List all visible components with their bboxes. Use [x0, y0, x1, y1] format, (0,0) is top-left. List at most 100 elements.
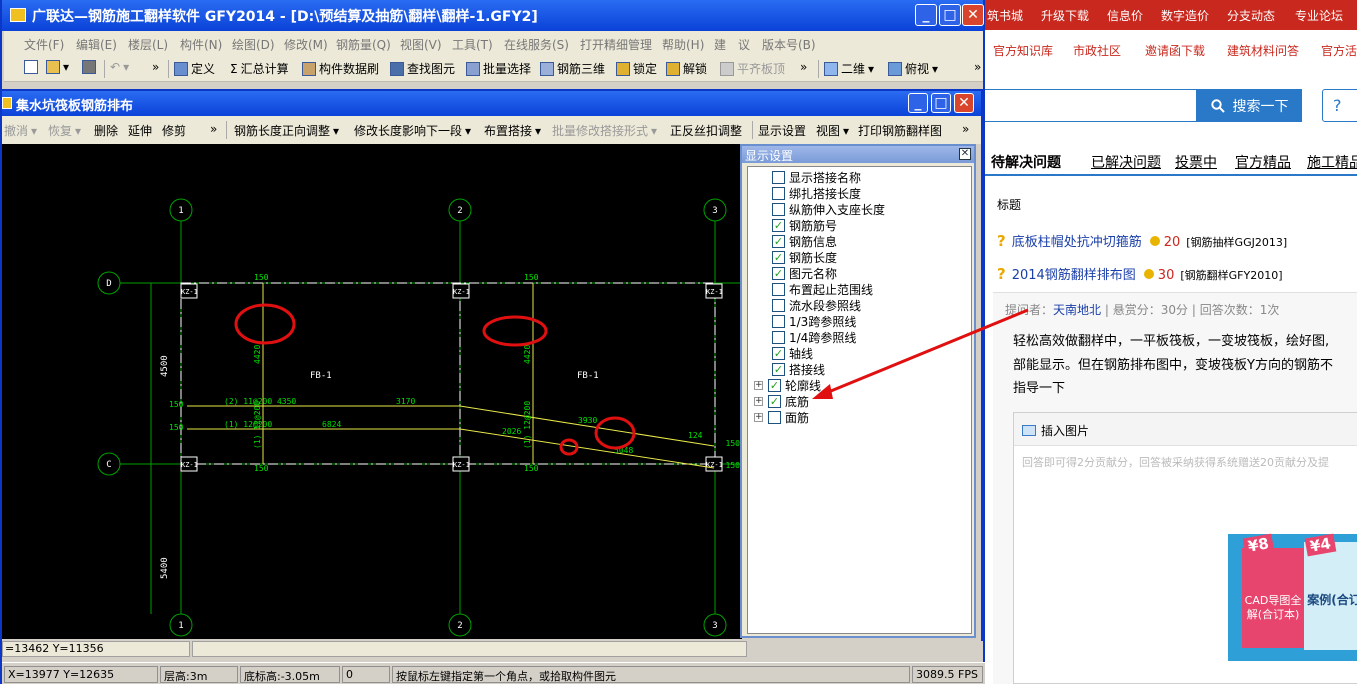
- child-maximize-button[interactable]: □: [931, 93, 951, 113]
- menu-version[interactable]: 版本号(B): [762, 36, 816, 53]
- display-option[interactable]: 显示搭接名称: [772, 169, 861, 185]
- undo-button[interactable]: 撤消 ▾: [4, 122, 37, 139]
- panel-close-icon[interactable]: ✕: [959, 148, 971, 160]
- child-title-bar[interactable]: 集水坑筏板钢筋排布 _ □ ✕: [2, 91, 981, 116]
- display-option[interactable]: ✓ 钢筋筋号: [772, 217, 837, 233]
- view-select[interactable]: 视图 ▾: [816, 122, 849, 139]
- expand-icon[interactable]: +: [754, 380, 763, 390]
- display-option-checkbox[interactable]: [772, 330, 785, 344]
- display-option[interactable]: ✓ 轴线: [772, 345, 813, 361]
- display-option-checkbox[interactable]: [772, 298, 785, 312]
- promo-banner[interactable]: CAD导图全解(合订本) 案例(合订 ¥8 ¥4: [1228, 533, 1357, 661]
- display-option[interactable]: ✓ 钢筋信息: [772, 233, 837, 249]
- drawing-canvas[interactable]: 1 2 3 D C 1 2 3 4500 5400 KZ-1 KZ-1 KZ-1…: [2, 144, 742, 639]
- display-option-checkbox[interactable]: [768, 410, 781, 424]
- display-option-checkbox[interactable]: ✓: [772, 234, 785, 248]
- expand-icon[interactable]: +: [754, 412, 763, 422]
- find-element-button[interactable]: 查找图元: [390, 60, 455, 77]
- display-option-checkbox[interactable]: ✓: [772, 266, 785, 280]
- maximize-button[interactable]: □: [939, 4, 961, 26]
- menu-rebar[interactable]: 钢筋量(Q): [336, 36, 391, 53]
- flatten-top-button[interactable]: 平齐板顶: [720, 60, 785, 77]
- question-title[interactable]: 底板柱帽处抗冲切箍筋: [1012, 235, 1142, 250]
- display-option[interactable]: + 面筋: [754, 409, 809, 425]
- display-option[interactable]: ✓ 图元名称: [772, 265, 837, 281]
- lap-layout-select[interactable]: 布置搭接 ▾: [484, 122, 541, 139]
- display-option-checkbox[interactable]: ✓: [772, 346, 785, 360]
- component-brush-button[interactable]: 构件数据刷: [302, 60, 379, 77]
- top-view-select[interactable]: 俯视 ▾: [888, 60, 938, 77]
- menu-suggest-2[interactable]: 议: [738, 36, 750, 53]
- rebar-line[interactable]: [459, 428, 715, 469]
- display-option-checkbox[interactable]: [772, 282, 785, 296]
- display-option[interactable]: 1/4跨参照线: [772, 329, 856, 345]
- toolbar-overflow[interactable]: »: [962, 122, 969, 136]
- menu-help[interactable]: 帮助(H): [662, 36, 704, 53]
- menu-component[interactable]: 构件(N): [180, 36, 222, 53]
- toolbar-overflow[interactable]: »: [800, 60, 807, 74]
- display-option[interactable]: ✓ 钢筋长度: [772, 249, 837, 265]
- delete-button[interactable]: 删除: [94, 122, 118, 139]
- batch-lap-select[interactable]: 批量修改搭接形式 ▾: [552, 122, 657, 139]
- subnav-link-1[interactable]: 市政社区: [1073, 42, 1121, 59]
- search-button[interactable]: 搜索一下: [1197, 89, 1302, 122]
- subnav-link-3[interactable]: 建筑材料问答: [1227, 42, 1299, 59]
- tab-official[interactable]: 官方精品: [1235, 152, 1291, 172]
- nav-link-0[interactable]: 筑书城: [987, 7, 1023, 24]
- display-settings-button[interactable]: 显示设置: [758, 122, 806, 139]
- insert-image-button[interactable]: 插入图片: [1041, 424, 1089, 438]
- help-button[interactable]: ?: [1322, 89, 1357, 122]
- menu-suggest-1[interactable]: 建: [714, 36, 726, 53]
- display-option[interactable]: 流水段参照线: [772, 297, 861, 313]
- display-option-checkbox[interactable]: [772, 314, 785, 328]
- rebar-3d-button[interactable]: 钢筋三维: [540, 60, 605, 77]
- open-file-button[interactable]: ▾: [46, 60, 69, 74]
- menu-online[interactable]: 在线服务(S): [504, 36, 569, 53]
- tab-construction[interactable]: 施工精品: [1307, 152, 1357, 172]
- toolbar-overflow[interactable]: »: [974, 60, 981, 74]
- toolbar-overflow[interactable]: »: [210, 122, 217, 136]
- menu-edit[interactable]: 编辑(E): [76, 36, 117, 53]
- modify-next-select[interactable]: 修改长度影响下一段 ▾: [354, 122, 471, 139]
- display-option[interactable]: 纵筋伸入支座长度: [772, 201, 885, 217]
- expand-icon[interactable]: +: [754, 396, 763, 406]
- tab-unsolved[interactable]: 待解决问题: [991, 152, 1061, 172]
- minimize-button[interactable]: _: [915, 4, 937, 26]
- tab-solved[interactable]: 已解决问题: [1091, 152, 1161, 172]
- display-option[interactable]: 1/3跨参照线: [772, 313, 856, 329]
- display-option[interactable]: 布置起止范围线: [772, 281, 873, 297]
- display-option[interactable]: + ✓ 轮廓线: [754, 377, 821, 393]
- display-option-checkbox[interactable]: [772, 186, 785, 200]
- menu-file[interactable]: 文件(F): [24, 36, 64, 53]
- toolbar-overflow[interactable]: »: [152, 60, 159, 74]
- menu-modify[interactable]: 修改(M): [284, 36, 328, 53]
- menu-view[interactable]: 视图(V): [400, 36, 442, 53]
- nav-link-1[interactable]: 升级下载: [1041, 7, 1089, 24]
- child-minimize-button[interactable]: _: [908, 93, 928, 113]
- print-button[interactable]: 打印钢筋翻样图: [858, 122, 942, 139]
- display-option-checkbox[interactable]: [772, 202, 785, 216]
- nav-link-2[interactable]: 信息价: [1107, 7, 1143, 24]
- menu-fine-manage[interactable]: 打开精细管理: [580, 36, 652, 53]
- unlock-button[interactable]: 解锁: [666, 60, 707, 77]
- tab-voting[interactable]: 投票中: [1175, 152, 1217, 172]
- display-option[interactable]: ✓ 搭接线: [772, 361, 825, 377]
- search-input[interactable]: [985, 89, 1197, 122]
- menu-draw[interactable]: 绘图(D): [232, 36, 275, 53]
- question-title[interactable]: 2014钢筋翻样排布图: [1012, 268, 1136, 283]
- nav-link-3[interactable]: 数字造价: [1161, 7, 1209, 24]
- menu-floor[interactable]: 楼层(L): [128, 36, 168, 53]
- extend-button[interactable]: 延伸: [128, 122, 152, 139]
- display-option-checkbox[interactable]: ✓: [768, 394, 781, 408]
- batch-select-button[interactable]: 批量选择: [466, 60, 531, 77]
- rebar-line[interactable]: [459, 405, 715, 447]
- view-2d-select[interactable]: 二维 ▾: [824, 60, 874, 77]
- display-option-checkbox[interactable]: ✓: [768, 378, 781, 392]
- list-item[interactable]: ? 底板柱帽处抗冲切箍筋 20 [钢筋抽样GGJ2013]: [997, 231, 1287, 250]
- nav-link-5[interactable]: 专业论坛: [1295, 7, 1343, 24]
- app-title-bar[interactable]: 广联达—钢筋施工翻样软件 GFY2014 - [D:\预结算及抽筋\翻样\翻样-…: [2, 0, 984, 31]
- sum-calc-button[interactable]: Σ 汇总计算: [230, 60, 289, 77]
- thread-adjust-button[interactable]: 正反丝扣调整: [670, 122, 742, 139]
- display-option-checkbox[interactable]: ✓: [772, 218, 785, 232]
- display-option-checkbox[interactable]: ✓: [772, 250, 785, 264]
